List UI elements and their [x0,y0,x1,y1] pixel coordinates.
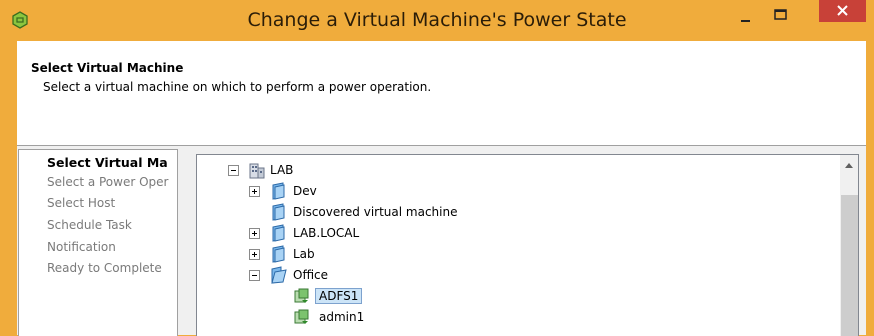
folder-icon [272,182,285,200]
title-bar[interactable]: Change a Virtual Machine's Power State [0,0,874,42]
folder-icon [272,203,285,221]
wizard-client: Select Virtual Machine Select a virtual … [17,41,866,336]
tree-row-lab[interactable]: LAB [197,161,837,181]
step-notification[interactable]: Notification [47,240,116,254]
tree-vertical-scrollbar[interactable] [840,154,859,336]
folder-open-icon [271,266,287,284]
tree-label-office[interactable]: Office [293,268,328,282]
close-button[interactable] [819,0,866,22]
step-select-vm[interactable]: Select Virtual Ma [47,155,168,170]
scroll-thumb[interactable] [841,195,858,336]
expand-toggle[interactable] [249,186,260,197]
tree-label-lab-folder[interactable]: Lab [293,247,315,261]
vm-inventory-tree[interactable]: LAB Dev Discovered virtual machine LAB.L… [196,154,842,336]
tree-row-lab-local[interactable]: LAB.LOCAL [197,224,837,244]
step-title: Select Virtual Machine [31,61,184,75]
tree-label-dev[interactable]: Dev [293,184,317,198]
vm-icon [294,309,309,324]
tree-row-admin1[interactable]: admin1 [197,308,837,328]
tree-label-lab[interactable]: LAB [270,163,293,177]
step-select-power-operation[interactable]: Select a Power Oper [47,175,168,189]
close-icon [837,5,848,16]
scroll-up-arrow-icon[interactable] [845,163,853,168]
tree-label-admin1[interactable]: admin1 [319,310,364,324]
folder-icon [272,245,285,263]
tree-label-lab-local[interactable]: LAB.LOCAL [293,226,359,240]
tree-label-adfs1[interactable]: ADFS1 [315,288,363,304]
expand-toggle[interactable] [249,228,260,239]
tree-row-discovered-vm[interactable]: Discovered virtual machine [197,203,837,223]
step-select-host[interactable]: Select Host [47,196,115,210]
collapse-toggle[interactable] [228,165,239,176]
tree-label-discovered-vm[interactable]: Discovered virtual machine [293,205,457,219]
wizard-header: Select Virtual Machine Select a virtual … [17,41,866,146]
expand-toggle[interactable] [249,249,260,260]
vm-icon [294,288,309,303]
step-schedule-task[interactable]: Schedule Task [47,218,132,232]
tree-row-office[interactable]: Office [197,266,837,286]
folder-icon [272,224,285,242]
tree-row-adfs1[interactable]: ADFS1 [197,287,837,307]
tree-row-lab-folder[interactable]: Lab [197,245,837,265]
datacenter-icon [249,163,265,179]
maximize-button[interactable] [766,6,794,28]
wizard-steps-panel: Select Virtual Ma Select a Power Oper Se… [18,149,178,336]
tree-row-dev[interactable]: Dev [197,182,837,202]
collapse-toggle[interactable] [249,270,260,281]
step-ready-to-complete[interactable]: Ready to Complete [47,261,162,275]
step-description: Select a virtual machine on which to per… [43,80,432,94]
minimize-button[interactable] [732,8,758,30]
